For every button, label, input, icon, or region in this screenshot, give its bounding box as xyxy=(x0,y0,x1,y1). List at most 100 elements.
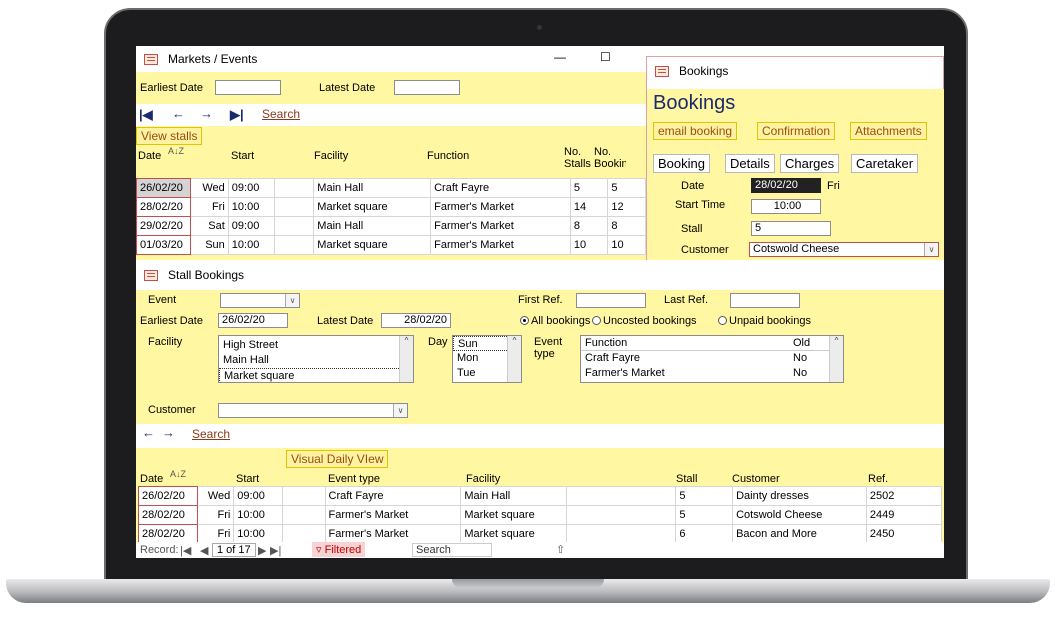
facility-item[interactable]: High Street xyxy=(219,338,413,353)
chevron-down-icon[interactable]: ∨ xyxy=(285,294,299,307)
radio-unpaid-bookings[interactable]: Unpaid bookings xyxy=(718,315,811,327)
record-search-box[interactable]: Search xyxy=(412,543,492,557)
facility-item[interactable]: Market square xyxy=(219,368,413,382)
blank-cell[interactable] xyxy=(273,178,315,198)
ref-cell[interactable]: 2450 xyxy=(865,524,943,544)
scrollbar[interactable]: ^ xyxy=(829,336,843,382)
function-cell[interactable]: Farmer's Market xyxy=(430,197,571,217)
prev-record-icon[interactable]: ◀ xyxy=(200,544,208,557)
first-ref-input[interactable] xyxy=(576,293,646,308)
start-time-input[interactable]: 10:00 xyxy=(751,199,821,214)
day-cell[interactable]: Fri xyxy=(190,197,229,217)
day-listbox[interactable]: Sun Mon Tue ^ xyxy=(452,335,522,383)
facility-cell[interactable]: Market square xyxy=(313,235,432,255)
start-cell[interactable]: 09:00 xyxy=(227,216,275,236)
next-record-button[interactable]: → xyxy=(200,106,213,121)
table-row[interactable]: 28/02/20 Fri 10:00 Market square Farmer's Ma… xyxy=(136,197,646,217)
day-cell[interactable]: Fri xyxy=(196,505,235,525)
previous-record-button[interactable]: ← xyxy=(172,106,185,121)
next-record-button[interactable]: → xyxy=(162,425,175,440)
table-row[interactable]: 28/02/20 Fri 10:00 Farmer's Market Market sq… xyxy=(138,524,943,544)
bookings-cell[interactable]: 8 xyxy=(607,216,646,236)
customer-cell[interactable]: Bacon and More xyxy=(732,524,867,544)
radio-uncosted-bookings[interactable]: Uncosted bookings xyxy=(592,315,697,327)
date-cell[interactable]: 28/02/20 xyxy=(138,524,198,544)
first-record-icon[interactable]: |◀ xyxy=(180,544,191,557)
next-record-icon[interactable]: ▶ xyxy=(258,544,266,557)
stall-cell[interactable]: 5 xyxy=(675,486,734,506)
confirmation-button[interactable]: Confirmation xyxy=(757,122,836,140)
event-type-listbox[interactable]: Function Old Craft Fayre No Farmer's Mar… xyxy=(580,335,844,383)
event-type-cell[interactable]: Farmer's Market xyxy=(324,505,462,525)
blank-cell[interactable] xyxy=(565,486,677,506)
filtered-button[interactable]: ▿ Filtered xyxy=(312,542,366,557)
tab-charges[interactable]: Charges xyxy=(780,154,840,173)
last-record-icon[interactable]: ▶| xyxy=(270,544,281,557)
blank-cell[interactable] xyxy=(273,216,315,236)
date-cell[interactable]: 29/02/20 xyxy=(136,216,192,236)
day-cell[interactable]: Wed xyxy=(196,486,235,506)
start-cell[interactable]: 10:00 xyxy=(227,235,275,255)
date-cell[interactable]: 26/02/20 xyxy=(136,178,192,198)
chevron-down-icon[interactable]: ∨ xyxy=(924,243,938,256)
stall-cell[interactable]: 5 xyxy=(675,505,734,525)
sort-icon[interactable]: A↓Z xyxy=(170,468,186,480)
blank-cell[interactable] xyxy=(281,486,326,506)
maximize-button[interactable]: ☐ xyxy=(600,50,611,64)
event-type-cell[interactable]: Farmer's Market xyxy=(324,524,462,544)
event-type-item[interactable]: Craft Fayre No xyxy=(581,351,843,366)
facility-cell[interactable]: Main Hall xyxy=(313,178,432,198)
customer-cell[interactable]: Dainty dresses xyxy=(732,486,867,506)
sort-icon[interactable]: A↓Z xyxy=(168,145,184,157)
search-link[interactable]: Search xyxy=(262,107,300,121)
view-stalls-button[interactable]: View stalls xyxy=(136,127,203,145)
last-ref-input[interactable] xyxy=(730,293,800,308)
ref-cell[interactable]: 2502 xyxy=(865,486,943,506)
customer-combo[interactable]: ∨ xyxy=(218,403,408,418)
first-record-button[interactable]: |◀ xyxy=(139,107,153,123)
radio-all-bookings[interactable]: All bookings xyxy=(520,315,590,327)
facility-cell[interactable]: Market square xyxy=(460,524,567,544)
last-record-button[interactable]: ▶| xyxy=(230,107,244,123)
date-cell[interactable]: 01/03/20 xyxy=(136,235,192,255)
date-cell[interactable]: 28/02/20 xyxy=(138,505,198,525)
earliest-date-input[interactable]: 26/02/20 xyxy=(218,313,288,328)
scrollbar[interactable]: ^ xyxy=(399,336,413,382)
event-combo[interactable]: ∨ xyxy=(220,293,300,308)
bookings-cell[interactable]: 5 xyxy=(607,178,646,198)
table-row[interactable]: 26/02/20 Wed 09:00 Craft Fayre Main Hall 5 Dai… xyxy=(138,486,943,506)
start-cell[interactable]: 09:00 xyxy=(227,178,275,198)
blank-cell[interactable] xyxy=(281,505,326,525)
previous-record-button[interactable]: ← xyxy=(142,425,155,440)
blank-cell[interactable] xyxy=(281,524,326,544)
ref-cell[interactable]: 2449 xyxy=(865,505,943,525)
date-cell[interactable]: 26/02/20 xyxy=(138,486,198,506)
start-cell[interactable]: 09:00 xyxy=(233,486,283,506)
stall-input[interactable]: 5 xyxy=(751,221,831,236)
scrollbar[interactable]: ^ xyxy=(507,336,521,382)
stalls-cell[interactable]: 10 xyxy=(569,235,609,255)
start-cell[interactable]: 10:00 xyxy=(233,505,283,525)
day-cell[interactable]: Fri xyxy=(196,524,235,544)
blank-cell[interactable] xyxy=(565,505,677,525)
stall-cell[interactable]: 6 xyxy=(675,524,734,544)
record-position-input[interactable]: 1 of 17 xyxy=(212,543,256,557)
search-link[interactable]: Search xyxy=(192,427,230,441)
latest-date-input[interactable]: 28/02/20 xyxy=(381,313,451,328)
bookings-cell[interactable]: 12 xyxy=(607,197,646,217)
facility-listbox[interactable]: High Street Main Hall Market square ^ xyxy=(218,335,414,383)
earliest-date-input[interactable] xyxy=(215,80,281,95)
facility-cell[interactable]: Main Hall xyxy=(313,216,432,236)
tab-booking[interactable]: Booking xyxy=(653,154,710,173)
customer-combo[interactable]: Cotswold Cheese ∨ xyxy=(749,242,939,257)
chevron-down-icon[interactable]: ∨ xyxy=(393,404,407,417)
date-cell[interactable]: 28/02/20 xyxy=(136,197,192,217)
table-row[interactable]: 29/02/20 Sat 09:00 Main Hall Farmer's Market… xyxy=(136,216,646,236)
function-cell[interactable]: Farmer's Market xyxy=(430,235,571,255)
attachments-button[interactable]: Attachments xyxy=(850,122,927,140)
tab-details[interactable]: Details xyxy=(725,154,775,173)
blank-cell[interactable] xyxy=(273,235,315,255)
email-booking-button[interactable]: email booking xyxy=(653,122,738,140)
resize-icon[interactable]: ⇧ xyxy=(556,543,565,556)
stalls-cell[interactable]: 5 xyxy=(569,178,609,198)
